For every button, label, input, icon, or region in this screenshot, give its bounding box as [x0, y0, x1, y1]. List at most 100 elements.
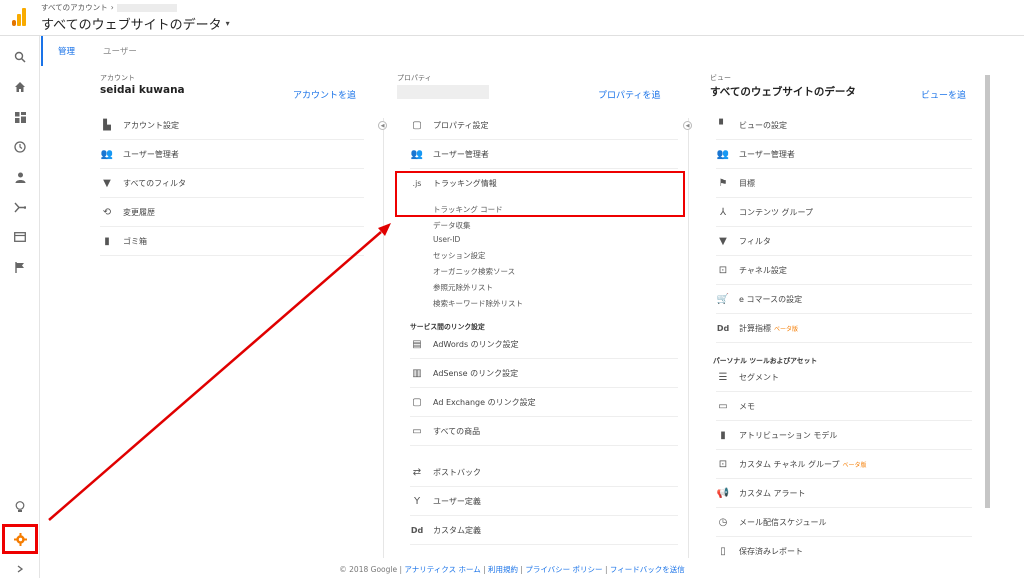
channel-settings-label: チャネル設定 [739, 265, 787, 275]
search-icon[interactable] [0, 42, 40, 72]
account-label: アカウント [100, 74, 135, 82]
adsense-linking-label: AdSense のリンク設定 [433, 368, 519, 378]
add-property-link[interactable]: プロパティを追 [598, 88, 660, 101]
adexchange-linking-item[interactable]: ▢ Ad Exchange のリンク設定 [410, 388, 678, 417]
all-filters-item[interactable]: ▼ すべてのフィルタ [100, 169, 364, 198]
add-account-link[interactable]: アカウントを追 [293, 88, 356, 101]
trash-icon: ▮ [104, 235, 110, 247]
send-feedback-link[interactable]: フィードバックを送信 [610, 565, 685, 574]
analytics-home-link[interactable]: アナリティクス ホーム [404, 565, 480, 574]
breadcrumb-label: すべてのアカウント [41, 3, 108, 12]
collapse-toggle-icon[interactable]: ◀ [378, 121, 387, 130]
goals-item[interactable]: ⚑ 目標 [716, 169, 972, 198]
saved-reports-label: 保存済みレポート [739, 547, 803, 556]
scheduled-emails-item[interactable]: ◷ メール配信スケジュール [716, 508, 972, 537]
adexchange-linking-label: Ad Exchange のリンク設定 [433, 397, 536, 407]
adsense-linking-item[interactable]: ▥ AdSense のリンク設定 [410, 359, 678, 388]
breadcrumb[interactable]: すべてのアカウント › [41, 2, 230, 13]
terms-link[interactable]: 利用規約 [488, 565, 518, 574]
view-label: ビュー [710, 74, 731, 82]
home-icon[interactable] [0, 72, 40, 102]
content-grouping-item[interactable]: ⅄ コンテンツ グループ [716, 198, 972, 227]
segments-item[interactable]: ☰ セグメント [716, 363, 972, 392]
custom-alerts-label: カスタム アラート [739, 488, 806, 498]
custom-channel-grouping-label: カスタム チャネル グループ [739, 459, 840, 469]
tab-user[interactable]: ユーザー [103, 45, 137, 57]
change-history-item[interactable]: ⟲ 変更履歴 [100, 198, 364, 227]
account-settings-label: アカウント設定 [123, 120, 179, 130]
people-icon: 👥 [100, 148, 114, 160]
document-icon: ▯ [720, 546, 726, 557]
attribution-models-label: アトリビューション モデル [739, 430, 838, 440]
lightbulb-icon[interactable] [0, 492, 40, 522]
postback-item[interactable]: ⇄ ポストバック [410, 458, 678, 487]
property-settings-item[interactable]: ▢ プロパティ設定 [410, 111, 678, 140]
account-name[interactable]: seidai kuwana [100, 84, 185, 96]
property-user-management-item[interactable]: 👥 ユーザー管理者 [410, 140, 678, 169]
top-bar: すべてのアカウント › すべてのウェブサイトのデータ ▾ [0, 0, 1024, 36]
view-name[interactable]: すべてのウェブサイトのデータ [710, 84, 856, 99]
session-settings-link[interactable]: セッション設定 [433, 250, 486, 261]
view-filters-item[interactable]: ▼ フィルタ [716, 227, 972, 256]
channel-settings-item[interactable]: ⊡ チャネル設定 [716, 256, 972, 285]
behavior-icon[interactable] [0, 222, 40, 252]
organic-search-sources-link[interactable]: オーガニック検索ソース [433, 266, 515, 277]
adwords-linking-item[interactable]: ▤ AdWords のリンク設定 [410, 330, 678, 359]
blurred-property-name[interactable] [397, 85, 489, 99]
beta-badge: ベータ版 [774, 325, 799, 333]
privacy-policy-link[interactable]: プライバシー ポリシー [525, 565, 602, 574]
ecommerce-settings-item[interactable]: 🛒 e コマースの設定 [716, 285, 972, 314]
scrollbar[interactable] [985, 75, 990, 508]
view-settings-item[interactable]: ▘ ビューの設定 [716, 111, 972, 140]
calculated-metrics-item[interactable]: Dd 計算指標 ベータ版 [716, 314, 972, 343]
add-view-link[interactable]: ビューを追 [921, 88, 966, 101]
view-user-management-label: ユーザー管理者 [739, 149, 795, 159]
page-title: すべてのウェブサイトのデータ [41, 18, 222, 33]
realtime-clock-icon[interactable] [0, 132, 40, 162]
attribution-models-item[interactable]: ▮ アトリビューション モデル [716, 421, 972, 450]
custom-channel-grouping-item[interactable]: ⊡ カスタム チャネル グループ ベータ版 [716, 450, 972, 479]
history-icon: ⟲ [102, 206, 112, 218]
view-user-management-item[interactable]: 👥 ユーザー管理者 [716, 140, 972, 169]
custom-alerts-item[interactable]: 📢 カスタム アラート [716, 479, 972, 508]
adwords-icon: ▤ [412, 338, 422, 350]
saved-reports-item[interactable]: ▯ 保存済みレポート [716, 537, 972, 566]
annotations-item[interactable]: ▭ メモ [716, 392, 972, 421]
conversions-flag-icon[interactable] [0, 252, 40, 282]
property-settings-label: プロパティ設定 [433, 120, 489, 130]
all-products-item[interactable]: ▭ すべての商品 [410, 417, 678, 446]
attribution-icon: ▮ [720, 429, 726, 441]
account-user-management-item[interactable]: 👥 ユーザー管理者 [100, 140, 364, 169]
segments-label: セグメント [739, 372, 779, 382]
analytics-logo[interactable] [12, 8, 26, 26]
property-user-management-label: ユーザー管理者 [433, 149, 489, 159]
custom-definition-item[interactable]: Dd カスタム定義 [410, 516, 678, 545]
all-filters-label: すべてのフィルタ [123, 178, 186, 188]
property-label: プロパティ [397, 74, 432, 82]
memo-icon: ▭ [718, 400, 728, 412]
trash-item[interactable]: ▮ ゴミ箱 [100, 227, 364, 256]
view-selector[interactable]: すべてのウェブサイトのデータ ▾ [41, 14, 230, 33]
audience-person-icon[interactable] [0, 162, 40, 192]
user-id-link[interactable]: User-ID [433, 235, 460, 244]
customization-icon[interactable] [0, 102, 40, 132]
calculated-metrics-icon: Dd [716, 323, 730, 333]
user-definition-item[interactable]: Y ユーザー定義 [410, 487, 678, 516]
ecommerce-settings-label: e コマースの設定 [739, 294, 803, 304]
collapse-toggle-icon[interactable]: ◀ [683, 121, 692, 130]
referral-exclusion-link[interactable]: 参照元除外リスト [433, 282, 493, 293]
beta-badge: ベータ版 [842, 461, 867, 469]
trash-label: ゴミ箱 [123, 236, 147, 246]
admin-gear-icon[interactable] [2, 524, 38, 554]
account-settings-item[interactable]: ▙ アカウント設定 [100, 111, 364, 140]
data-collection-link[interactable]: データ収集 [433, 220, 471, 231]
products-icon: ▭ [412, 425, 422, 437]
account-column-header: アカウント seidai kuwana [100, 73, 185, 96]
view-filters-label: フィルタ [739, 236, 771, 246]
acquisition-icon[interactable] [0, 192, 40, 222]
content-grouping-label: コンテンツ グループ [739, 207, 814, 217]
adexchange-icon: ▢ [412, 396, 422, 408]
search-term-exclusion-link[interactable]: 検索キーワード除外リスト [433, 298, 523, 309]
tab-admin[interactable]: 管理 [58, 45, 75, 57]
property-column-header: プロパティ [397, 73, 489, 103]
